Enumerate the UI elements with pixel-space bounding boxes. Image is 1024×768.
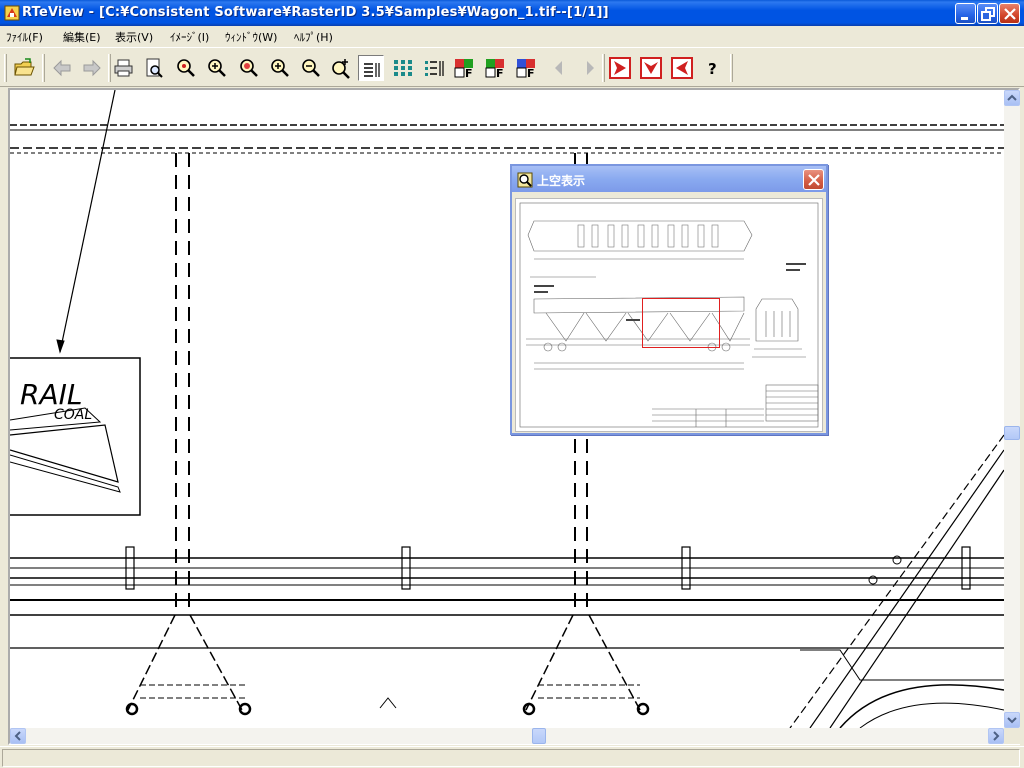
help-icon: ? bbox=[708, 60, 717, 78]
frame-f2-icon: F bbox=[485, 59, 504, 79]
red-down-icon bbox=[640, 57, 662, 79]
red-right-button[interactable] bbox=[607, 55, 633, 81]
chevron-left-icon bbox=[14, 731, 21, 741]
frame-f2-button[interactable]: F bbox=[483, 55, 509, 81]
zoom-fit-button[interactable] bbox=[236, 55, 262, 81]
window-title: RTeView - [C:¥Consistent Software¥Raster… bbox=[22, 5, 609, 20]
overview-thumbnail[interactable] bbox=[515, 198, 823, 432]
chevron-up-icon bbox=[1007, 94, 1017, 101]
scroll-down-button[interactable] bbox=[1004, 712, 1020, 728]
zoom-in-icon bbox=[208, 59, 226, 77]
lines-view-icon bbox=[364, 63, 380, 77]
toolbar-separator bbox=[602, 54, 605, 82]
toolbar: F F F ? bbox=[0, 47, 1024, 87]
zoom-out-button[interactable] bbox=[298, 55, 324, 81]
print-icon bbox=[114, 59, 133, 77]
open-button[interactable] bbox=[11, 55, 37, 81]
forward-button[interactable] bbox=[79, 55, 105, 81]
zoom-in-button[interactable] bbox=[204, 55, 230, 81]
chevron-right-icon bbox=[993, 731, 1000, 741]
vertical-scroll-thumb[interactable] bbox=[1004, 426, 1020, 440]
overview-title: 上空表示 bbox=[537, 174, 586, 188]
overview-icon bbox=[517, 172, 533, 188]
app-icon[interactable] bbox=[4, 5, 20, 21]
status-pane bbox=[2, 749, 1020, 767]
horizontal-scrollbar[interactable] bbox=[10, 728, 1004, 744]
menu-window[interactable]: ｳｨﾝﾄﾞｳ(W) bbox=[225, 29, 277, 45]
zoom-in-plus-button[interactable] bbox=[267, 55, 293, 81]
print-button[interactable] bbox=[111, 55, 137, 81]
prev-page-icon bbox=[555, 61, 562, 75]
back-arrow-icon bbox=[53, 59, 71, 77]
overview-window[interactable]: 上空表示 bbox=[510, 164, 828, 435]
scroll-right-button[interactable] bbox=[988, 728, 1004, 744]
overview-viewport-rectangle[interactable] bbox=[642, 298, 720, 348]
next-page-icon bbox=[587, 61, 594, 75]
forward-arrow-icon bbox=[83, 59, 101, 77]
minimize-button[interactable] bbox=[955, 3, 976, 24]
frame-f1-button[interactable]: F bbox=[452, 55, 478, 81]
print-preview-icon bbox=[146, 58, 163, 78]
scroll-left-button[interactable] bbox=[10, 728, 26, 744]
menu-edit[interactable]: 編集(E) bbox=[63, 29, 101, 45]
status-bar bbox=[0, 746, 1024, 768]
grid-view-button[interactable] bbox=[390, 55, 416, 81]
title-bar[interactable]: RTeView - [C:¥Consistent Software¥Raster… bbox=[0, 0, 1024, 26]
list-view-button[interactable] bbox=[421, 55, 447, 81]
zoom-icon bbox=[177, 59, 195, 77]
chevron-down-icon bbox=[1007, 717, 1017, 724]
scroll-up-button[interactable] bbox=[1004, 90, 1020, 106]
red-left-icon bbox=[671, 57, 693, 79]
close-button[interactable] bbox=[999, 3, 1020, 24]
svg-text:F: F bbox=[527, 67, 535, 79]
restore-button[interactable] bbox=[977, 3, 998, 24]
toolbar-separator bbox=[730, 54, 733, 82]
menu-image[interactable]: ｲﾒｰｼﾞ(I) bbox=[170, 29, 209, 45]
prev-page-button[interactable] bbox=[546, 55, 572, 81]
next-page-button[interactable] bbox=[577, 55, 603, 81]
toolbar-grip[interactable] bbox=[4, 54, 7, 82]
svg-text:F: F bbox=[496, 67, 504, 79]
frame-f3-icon: F bbox=[516, 59, 535, 79]
menu-file[interactable]: ﾌｧｲﾙ(F) bbox=[6, 29, 43, 45]
wagon-drawing: RAIL COAL bbox=[10, 90, 1004, 728]
menu-view[interactable]: 表示(V) bbox=[115, 29, 153, 45]
close-icon bbox=[808, 174, 820, 186]
drawing-canvas[interactable]: RAIL COAL bbox=[10, 90, 1004, 728]
red-left-button[interactable] bbox=[669, 55, 695, 81]
horizontal-scroll-thumb[interactable] bbox=[532, 728, 546, 744]
zoom-fit-icon bbox=[240, 59, 258, 77]
list-view-icon bbox=[425, 61, 444, 76]
help-button[interactable]: ? bbox=[700, 55, 726, 81]
open-icon bbox=[14, 58, 35, 76]
zoom-window-button[interactable] bbox=[328, 55, 354, 81]
grid-view-icon bbox=[394, 60, 412, 76]
scroll-corner bbox=[1004, 728, 1020, 744]
menu-bar: ﾌｧｲﾙ(F) 編集(E) 表示(V) ｲﾒｰｼﾞ(I) ｳｨﾝﾄﾞｳ(W) ﾍ… bbox=[0, 26, 1024, 46]
overview-close-button[interactable] bbox=[803, 169, 824, 190]
frame-f1-icon: F bbox=[454, 59, 473, 79]
red-right-icon bbox=[609, 57, 631, 79]
menu-help[interactable]: ﾍﾙﾌﾟ(H) bbox=[294, 29, 333, 45]
lines-view-button[interactable] bbox=[358, 55, 384, 81]
frame-f3-button[interactable]: F bbox=[514, 55, 540, 81]
overview-title-bar[interactable]: 上空表示 bbox=[512, 166, 826, 192]
coal-label: COAL bbox=[54, 407, 92, 423]
zoom-in-plus-icon bbox=[271, 59, 289, 77]
red-down-button[interactable] bbox=[638, 55, 664, 81]
print-preview-button[interactable] bbox=[141, 55, 167, 81]
toolbar-separator bbox=[42, 54, 45, 82]
zoom-button[interactable] bbox=[173, 55, 199, 81]
svg-text:?: ? bbox=[708, 60, 717, 78]
zoom-window-icon bbox=[332, 59, 350, 79]
back-button[interactable] bbox=[49, 55, 75, 81]
vertical-scrollbar[interactable] bbox=[1004, 90, 1020, 728]
svg-text:F: F bbox=[465, 67, 473, 79]
zoom-out-icon bbox=[302, 59, 320, 77]
